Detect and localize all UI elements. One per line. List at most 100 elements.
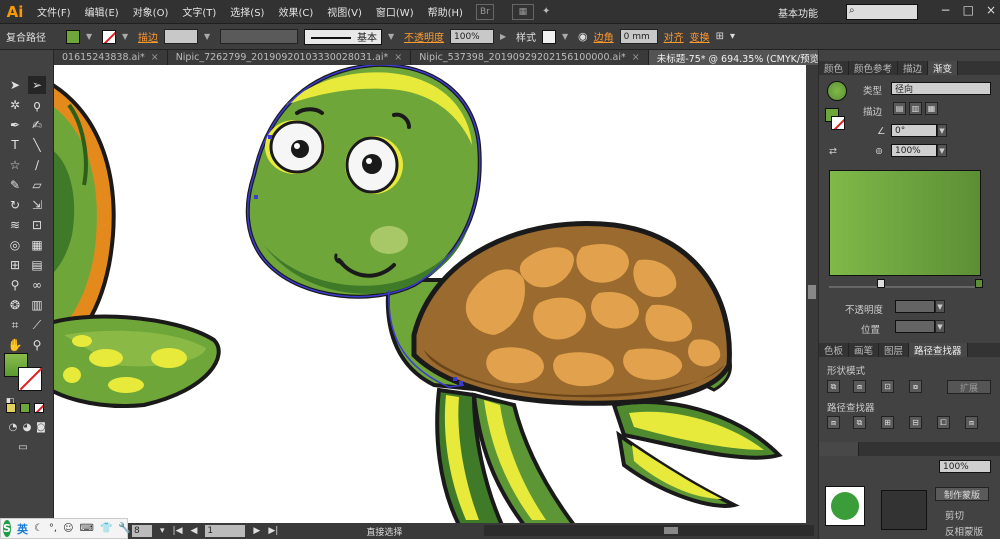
tab-transparency[interactable] (819, 442, 859, 456)
make-mask-button[interactable]: 制作蒙版 (935, 487, 989, 501)
mask-thumbnail[interactable] (881, 490, 927, 530)
document-tab[interactable]: Nipic_7262799_20190920103330028031.ai* × (167, 50, 412, 65)
chevron-down-icon[interactable]: ▼ (935, 320, 945, 333)
gradient-tool-icon[interactable]: ▤ (28, 256, 46, 274)
scroll-thumb[interactable] (664, 527, 678, 534)
tab-stroke[interactable]: 描边 (898, 61, 929, 75)
menu-select[interactable]: 选择(S) (223, 4, 271, 19)
artboard-tool-icon[interactable]: ⌗ (6, 316, 24, 334)
scroll-thumb[interactable] (808, 285, 816, 299)
document-tab-active[interactable]: 未标题-75* @ 694.35% (CMYK/预览)× (648, 50, 818, 65)
zoom-field[interactable]: 8 (132, 525, 152, 537)
merge-icon[interactable]: ⊞ (881, 416, 894, 429)
punctuation-icon[interactable]: °, (49, 523, 57, 534)
direct-selection-tool-icon[interactable]: ➢ (28, 76, 46, 94)
opacity-label[interactable]: 不透明度 (404, 29, 444, 44)
minimize-button[interactable]: − (941, 3, 951, 17)
tab-color[interactable]: 颜色 (819, 61, 850, 75)
search-input[interactable]: ⌕ (846, 4, 918, 20)
magic-wand-tool-icon[interactable]: ✲ (6, 96, 24, 114)
invert-mask-checkbox-label[interactable]: 反相蒙版 (945, 524, 983, 538)
gradient-position-field[interactable] (895, 320, 935, 333)
brush-definition-field[interactable]: 基本 (304, 28, 382, 45)
gradient-opacity-field[interactable] (895, 300, 935, 313)
gradient-type-select[interactable]: 径向 (891, 82, 991, 95)
next-page-icon[interactable]: ▶ (253, 526, 260, 536)
minus-back-icon[interactable]: ⧈ (965, 416, 978, 429)
expand-button[interactable]: 扩展 (947, 380, 991, 394)
gradient-slider[interactable] (829, 286, 981, 288)
curvature-tool-icon[interactable]: ✍ (28, 116, 46, 134)
zoom-tool-icon[interactable]: ⚲ (28, 336, 46, 354)
blend-tool-icon[interactable]: ∞ (28, 276, 46, 294)
corner-label[interactable]: 边角 (594, 29, 614, 44)
selection-tool-icon[interactable]: ➤ (6, 76, 24, 94)
draw-inside-icon[interactable]: ◙ (32, 418, 50, 436)
emoji-icon[interactable]: ☺ (63, 523, 73, 534)
stroke-across-icon[interactable]: ▦ (925, 102, 938, 115)
variable-width-field[interactable] (220, 29, 298, 44)
eyedropper-tool-icon[interactable]: ⚲ (6, 276, 24, 294)
align-label[interactable]: 对齐 (664, 29, 684, 44)
keyboard-icon[interactable]: ⌨ (80, 523, 94, 534)
menu-type[interactable]: 文字(T) (175, 4, 223, 19)
menu-file[interactable]: 文件(F) (30, 4, 78, 19)
opacity-field[interactable]: 100% (450, 29, 494, 44)
tab-color-guide[interactable]: 颜色参考 (849, 61, 899, 75)
fill-swatch[interactable] (66, 29, 80, 44)
artboard-canvas[interactable] (54, 65, 806, 523)
maximize-button[interactable]: □ (963, 3, 974, 17)
close-tab-icon[interactable]: × (394, 52, 402, 63)
rotate-tool-icon[interactable]: ↻ (6, 196, 24, 214)
horizontal-scrollbar[interactable] (484, 525, 814, 536)
menu-effect[interactable]: 效果(C) (271, 4, 320, 19)
stroke-weight-field[interactable] (164, 29, 198, 44)
tab-swatches[interactable]: 色板 (819, 343, 850, 357)
artboard-number-field[interactable]: 1 (205, 525, 246, 537)
shape-builder-tool-icon[interactable]: ◎ (6, 236, 24, 254)
free-transform-tool-icon[interactable]: ⊡ (28, 216, 46, 234)
stroke-along-icon[interactable]: ▥ (909, 102, 922, 115)
chevron-down-icon[interactable]: ▼ (937, 144, 947, 157)
star-tool-icon[interactable]: ☆ (6, 156, 24, 174)
magic-wand-icon[interactable]: ✦ (542, 6, 550, 17)
minus-front-icon[interactable]: ⧈ (853, 380, 866, 393)
panel-menu-icon[interactable]: ▾ (730, 31, 735, 42)
unite-icon[interactable]: ⧉ (827, 380, 840, 393)
wrench-icon[interactable]: 🔧 (118, 523, 130, 534)
clip-checkbox-label[interactable]: 剪切 (945, 508, 964, 522)
ime-language[interactable]: 英 (17, 521, 28, 537)
tab-brushes[interactable]: 画笔 (849, 343, 880, 357)
menu-view[interactable]: 视图(V) (320, 4, 369, 19)
line-tool-icon[interactable]: ╲ (28, 136, 46, 154)
prev-page-icon[interactable]: ◀ (191, 526, 198, 536)
menu-help[interactable]: 帮助(H) (421, 4, 470, 19)
ime-logo-icon[interactable]: S (3, 520, 11, 537)
chevron-down-icon[interactable]: ▼ (935, 300, 945, 313)
chevron-down-icon[interactable]: ▼ (204, 32, 214, 41)
trim-icon[interactable]: ⧉ (853, 416, 866, 429)
menu-object[interactable]: 对象(O) (126, 4, 176, 19)
mesh-tool-icon[interactable]: ⊞ (6, 256, 24, 274)
gradient-stop-start[interactable] (877, 279, 885, 288)
column-graph-tool-icon[interactable]: ▥ (28, 296, 46, 314)
menu-edit[interactable]: 编辑(E) (78, 4, 126, 19)
exclude-icon[interactable]: ⧇ (909, 380, 922, 393)
object-thumbnail[interactable] (825, 486, 865, 526)
chevron-down-icon[interactable]: ▼ (122, 32, 132, 41)
transform-label[interactable]: 变换 (690, 29, 710, 44)
stroke-label[interactable]: 描边 (138, 29, 158, 44)
bridge-icon[interactable]: Br (475, 3, 494, 20)
eraser-tool-icon[interactable]: ▱ (28, 176, 46, 194)
pen-tool-icon[interactable]: ✒ (6, 116, 24, 134)
pencil-tool-icon[interactable]: ✎ (6, 176, 24, 194)
intersect-icon[interactable]: ⊡ (881, 380, 894, 393)
outline-icon[interactable]: ⧠ (937, 416, 950, 429)
paintbrush-tool-icon[interactable]: ∕ (28, 156, 46, 174)
stroke-swatch[interactable] (102, 29, 116, 44)
gradient-mode-swatch[interactable] (20, 403, 30, 413)
close-tab-icon[interactable]: × (632, 52, 640, 63)
chevron-down-icon[interactable]: ▼ (937, 124, 947, 137)
lasso-tool-icon[interactable]: ϙ (28, 96, 46, 114)
chevron-down-icon[interactable]: ▼ (388, 32, 398, 41)
